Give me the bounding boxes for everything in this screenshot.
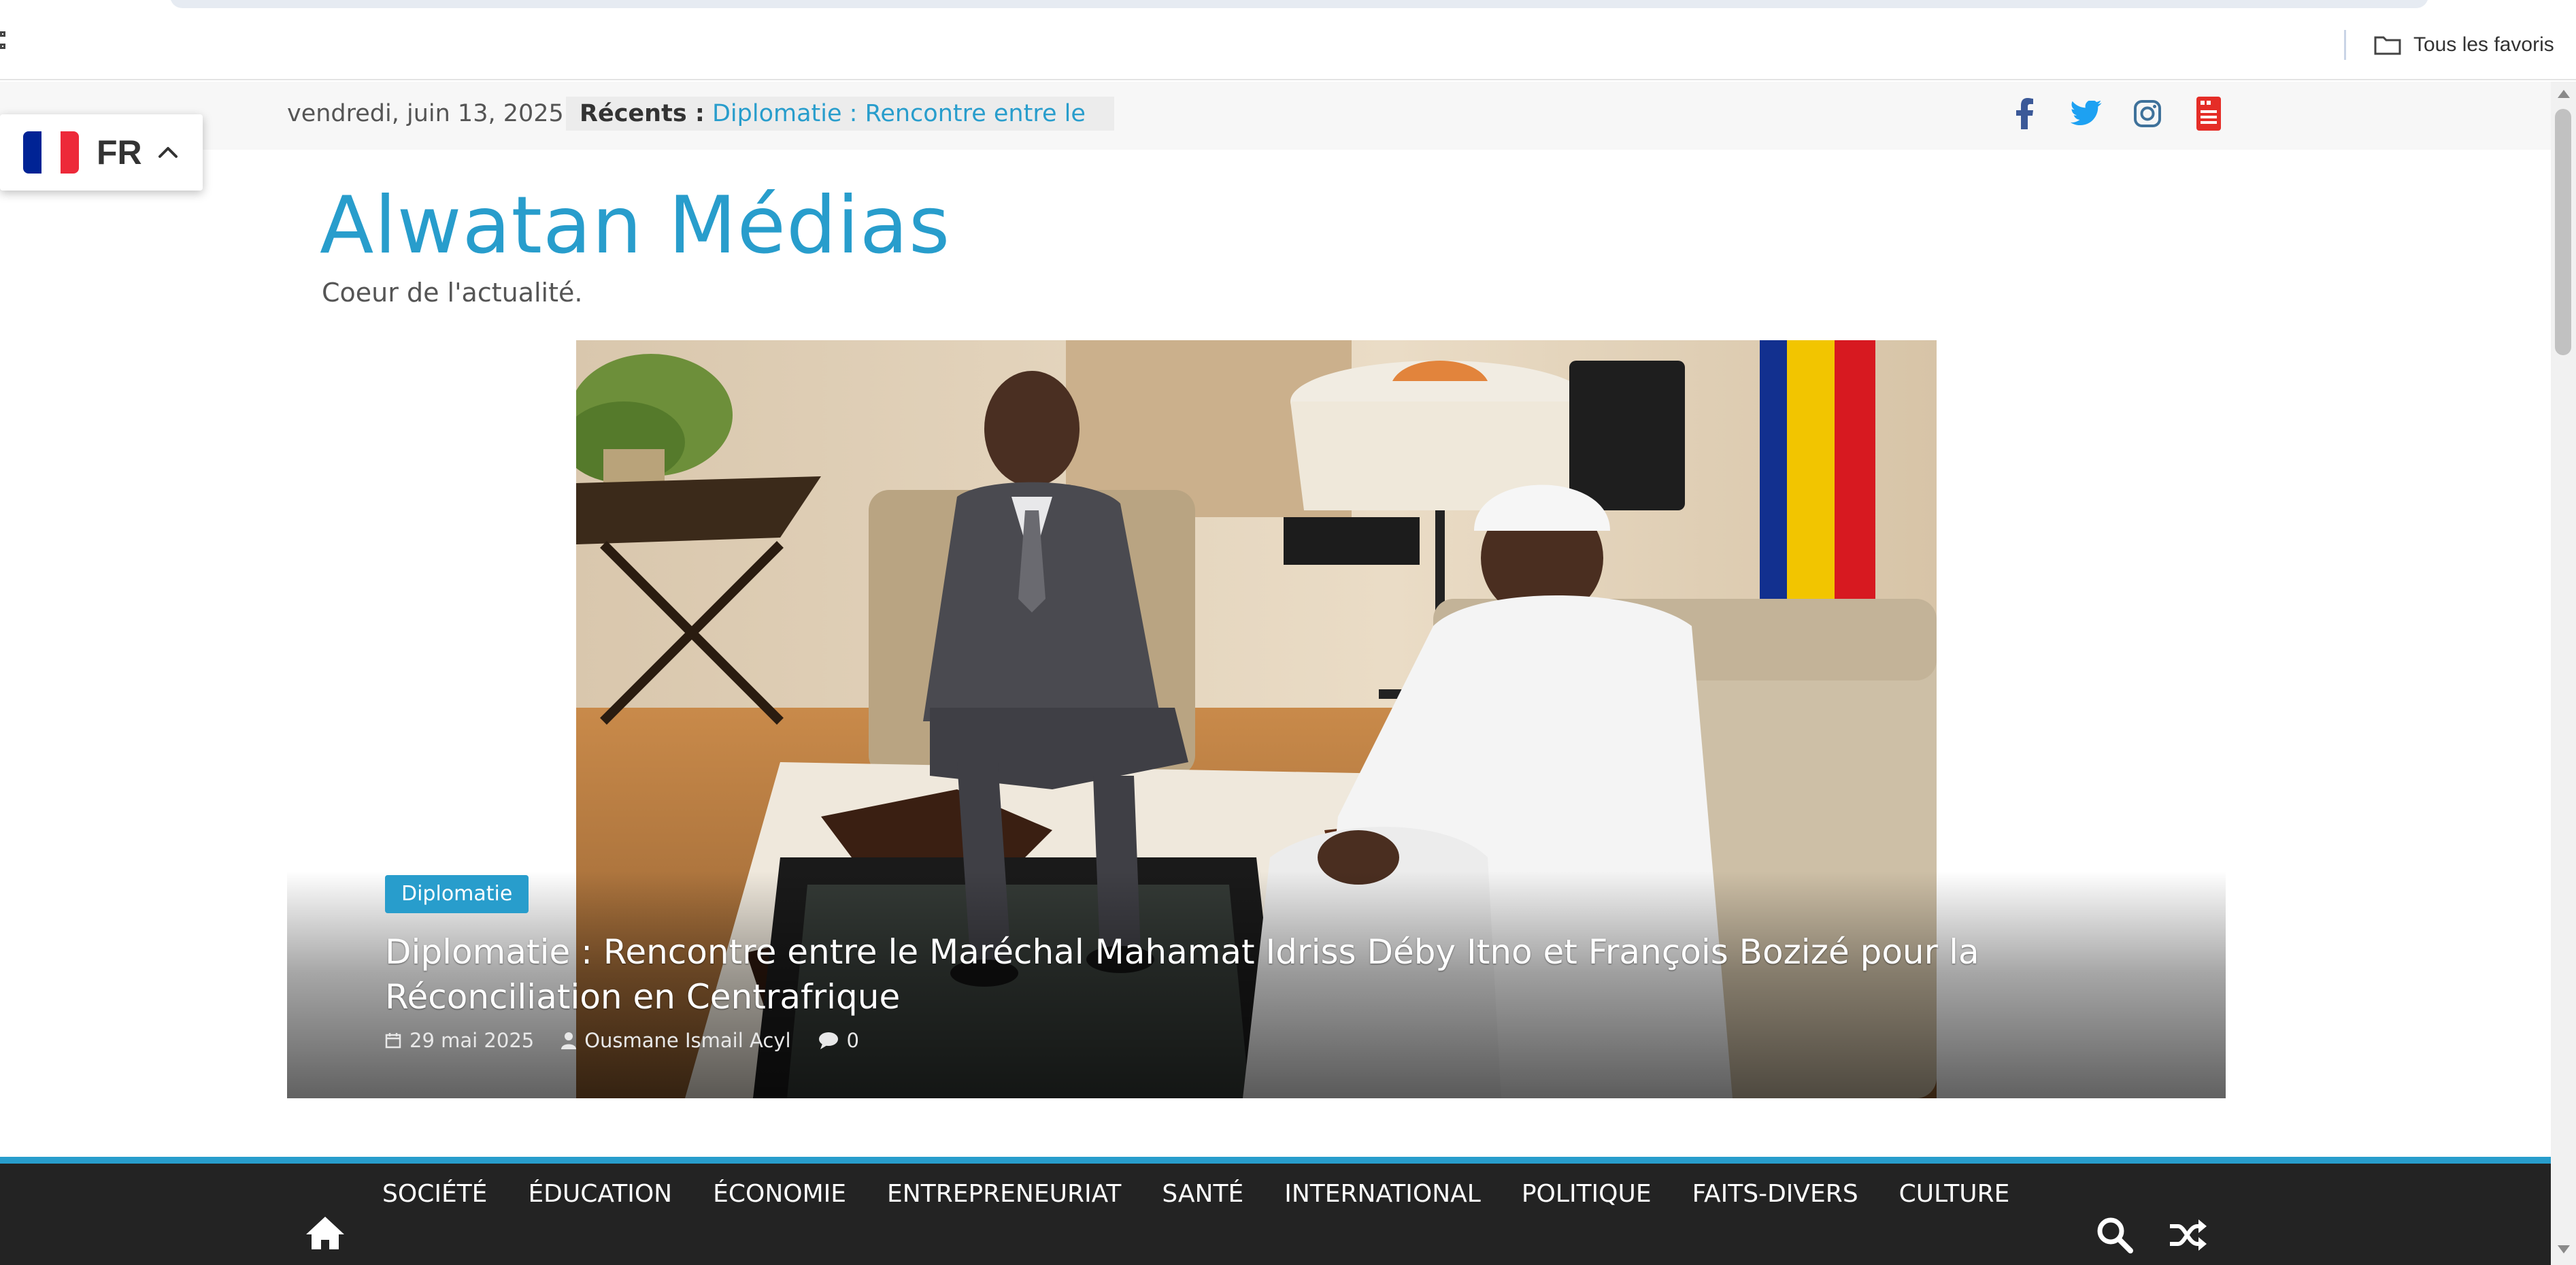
recent-news-link[interactable]: Diplomatie : Rencontre entre le [712,100,1086,127]
nav-item-societe[interactable]: SOCIÉTÉ [382,1180,487,1208]
nav-item-entrepreneuriat[interactable]: ENTREPRENEURIAT [887,1180,1121,1208]
recent-label: Récents : [580,100,705,127]
scroll-down-arrow-icon[interactable] [2556,1243,2571,1256]
nav-item-politique[interactable]: POLITIQUE [1522,1180,1652,1208]
featured-slider[interactable]: Diplomatie Diplomatie : Rencontre entre … [287,340,2226,1098]
comment-icon [818,1032,838,1049]
post-author[interactable]: Ousmane Ismail Acyl [561,1029,791,1052]
search-icon[interactable] [2095,1215,2133,1253]
post-date-text: 29 mai 2025 [409,1029,535,1052]
folder-icon [2374,36,2401,55]
twitter-icon [2071,101,2102,126]
scrollbar-thumb[interactable] [2555,109,2571,355]
address-bar[interactable] [170,0,2428,8]
youtube-icon [2196,97,2221,131]
post-comments[interactable]: 0 [818,1029,859,1052]
bookmarks-bar [0,12,2576,80]
home-icon[interactable] [305,1215,346,1251]
nav-item-international[interactable]: INTERNATIONAL [1284,1180,1481,1208]
random-post-icon[interactable] [2169,1218,2207,1252]
recent-news-ticker: Récents : Diplomatie : Rencontre entre l… [566,97,1114,131]
france-flag-icon [23,131,79,174]
nav-item-culture[interactable]: CULTURE [1899,1180,2010,1208]
current-date: vendredi, juin 13, 2025 [287,100,564,127]
nav-item-faits-divers[interactable]: FAITS-DIVERS [1692,1180,1858,1208]
chevron-up-icon [158,147,178,158]
nav-menu: SOCIÉTÉ ÉDUCATION ÉCONOMIE ENTREPRENEURI… [382,1180,2009,1208]
user-icon [561,1032,577,1049]
site-tagline: Coeur de l'actualité. [322,278,583,308]
featured-post-title[interactable]: Diplomatie : Rencontre entre le Maréchal… [385,930,2120,1019]
instagram-link[interactable] [2129,95,2166,132]
apps-grid-icon[interactable] [0,30,10,53]
comment-count: 0 [846,1029,859,1052]
language-code: FR [97,133,142,171]
nav-item-sante[interactable]: SANTÉ [1162,1180,1243,1208]
all-bookmarks-button[interactable]: Tous les favoris [2374,30,2554,60]
category-badge[interactable]: Diplomatie [385,875,529,913]
language-selector[interactable]: FR [0,114,203,191]
youtube-link[interactable] [2190,95,2227,132]
bookmarks-separator [2344,30,2346,60]
post-author-text: Ousmane Ismail Acyl [584,1029,791,1052]
post-meta: 29 mai 2025 Ousmane Ismail Acyl 0 [385,1029,859,1052]
post-date[interactable]: 29 mai 2025 [385,1029,534,1052]
twitter-link[interactable] [2068,95,2105,132]
scroll-up-arrow-icon[interactable] [2556,87,2571,101]
calendar-icon [385,1033,401,1049]
instagram-icon [2134,100,2161,127]
facebook-link[interactable] [2007,95,2043,132]
nav-item-education[interactable]: ÉDUCATION [528,1180,672,1208]
nav-item-economie[interactable]: ÉCONOMIE [713,1180,846,1208]
facebook-icon [2016,98,2033,129]
site-title[interactable]: Alwatan Médias [320,178,950,274]
all-bookmarks-label: Tous les favoris [2413,33,2554,56]
